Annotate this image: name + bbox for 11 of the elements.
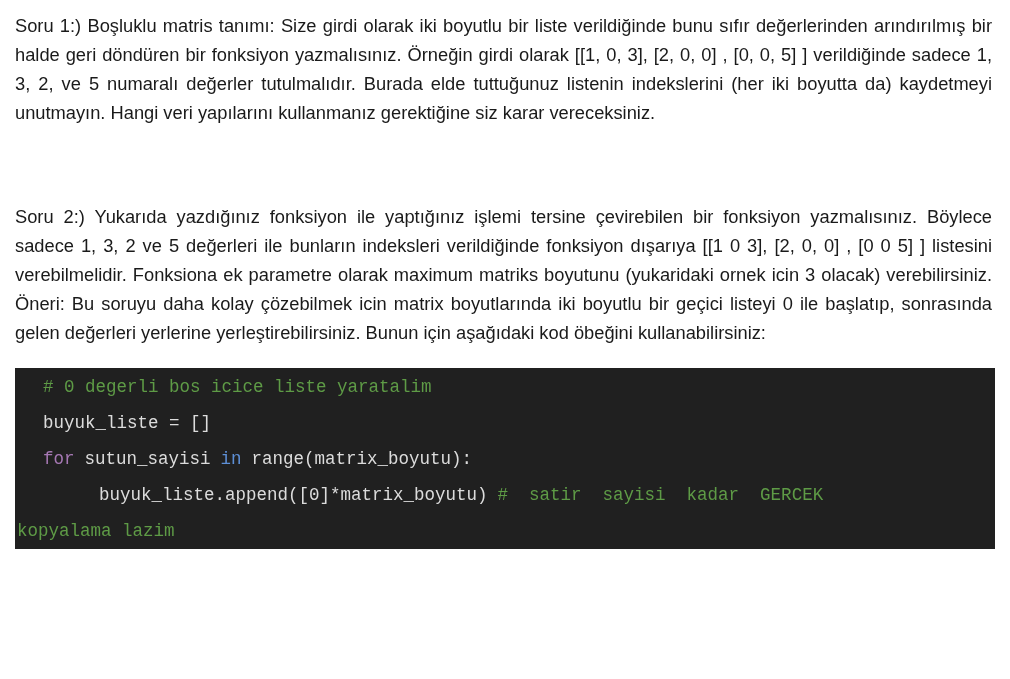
code-token: # satir sayisi kadar GERCEK [497,485,824,505]
code-token: range(matrix_boyutu): [251,449,473,469]
code-token: kopyalama lazim [17,521,175,541]
code-token: sutun_sayisi [84,449,211,469]
code-token: buyuk_liste = [] [43,413,212,433]
code-token: buyuk_liste.append([0]*matrix_boyutu) [99,485,488,505]
question-paragraph: Soru 1:) Boşluklu matris tanımı: Size girdi olarak iki boyutlu bir liste verildiğinde bunu sıfır değerlerinden arındırılmış bir halde geri döndüren bir fonksiyon yazmalısınız. Örneğin girdi olarak [[1, 0, 3], [2, 0, 0] , [0, 0, 5] ] verildiğinde sadece 1, 3, 2, ve 5 numaralı değerler tutulmalıdır. Burada elde tuttuğunuz listenin indekslerini (her iki boyutta da) kaydetmeyi unutmayın. Hangi veri yapılarını kullanmanız gerektiğine siz karar vereceksiniz. [15,14,992,125]
question-paragraph: Soru 2:) Yukarıda yazdığınız fonksiyon ile yaptığınız işlemi tersine çevirebilen bir fonksiyon yazmalısınız. Böylece sadece 1, 3, 2 ve 5 değerleri ile bunların indeksleri verildiğinde fonksiyon dışarıya [[1 0 3], [2, 0, 0] , [0 0 5] ] listesini verebilmelidir. Fonksiona ek parametre olarak maximum matriks boyutunu (yukaridaki ornek icin 3 olacak) verebilirsiniz. Öneri: Bu soruyu daha kolay çözebilmek icin matrix boyutlarında iki boyutlu bir geçici listeyi 0 ile başlatıp, sonrasında gelen değerleri yerlerine yerleştirebilirsiniz. Bunun için aşağıdaki kod öbeğini kullanabilirsiniz: [15,205,992,345]
code-token: for [43,449,75,469]
code-token: # 0 degerli bos icice liste yaratalim [43,377,432,397]
code-token: in [220,449,242,469]
